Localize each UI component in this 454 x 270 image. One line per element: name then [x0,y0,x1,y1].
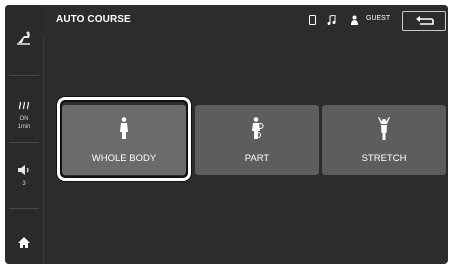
massage-chair-icon [17,31,30,45]
sidebar-divider [9,142,39,143]
heat-button[interactable]: ON 1min [5,97,43,131]
speaker-icon [18,165,29,175]
music-icon [327,15,336,25]
user-icon [351,15,358,25]
top-bar: AUTO COURSE GUEST [43,5,448,35]
page-title: AUTO COURSE [56,14,131,25]
course-tile-stretch[interactable]: STRETCH [322,105,446,175]
home-button[interactable] [5,235,43,253]
app-screen: ON 1min 3 AUTO COURSE GUEST WHOLE BODY P… [5,5,448,264]
heat-waves-icon [18,101,30,110]
course-tile-part[interactable]: PART [195,105,319,175]
return-arrow-icon [416,16,434,25]
phone-icon [309,15,316,25]
course-label: PART [244,153,270,164]
home-icon [18,237,30,248]
back-button[interactable] [402,11,446,31]
user-name: GUEST [366,15,391,22]
stretch-figure-icon [378,117,390,140]
heat-state: ON [19,116,29,122]
volume-level: 3 [22,181,26,187]
sidebar-divider [9,208,39,209]
heat-timer: 1min [17,124,31,130]
part-body-figure-icon [252,117,264,139]
volume-button[interactable]: 3 [5,162,43,188]
sidebar: ON 1min 3 [5,5,44,264]
massage-chair-button[interactable] [5,31,43,50]
course-label: STRETCH [361,153,407,164]
selection-highlight [57,97,191,181]
sidebar-divider [9,75,39,76]
